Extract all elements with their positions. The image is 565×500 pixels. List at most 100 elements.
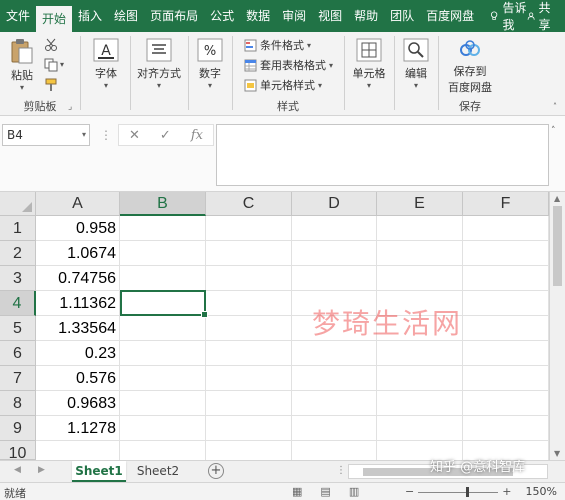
tab-page-layout[interactable]: 页面布局 [144, 0, 204, 32]
tab-view[interactable]: 视图 [312, 0, 348, 32]
normal-view-icon[interactable]: ▦ [292, 485, 302, 498]
styles-group: 条件格式 ▾ 套用表格格式 ▾ 单元格样式 ▾ 样式 [234, 32, 342, 116]
save-group: 保存到 百度网盘 保存 [440, 32, 500, 116]
cell-a5[interactable]: 1.33564 [36, 316, 120, 341]
tab-insert[interactable]: 插入 [72, 0, 108, 32]
format-as-table-button[interactable]: 套用表格格式 ▾ [244, 57, 333, 73]
vertical-scrollbar[interactable]: ▲ ▼ [549, 192, 565, 460]
vertical-scroll-thumb[interactable] [553, 206, 562, 286]
cell-a1[interactable]: 0.958 [36, 216, 120, 241]
cell-a4[interactable]: 1.11362 [36, 291, 120, 316]
enter-check-icon[interactable]: ✓ [160, 128, 171, 143]
zoom-level[interactable]: 150% [526, 485, 557, 498]
group-divider [344, 36, 345, 110]
zoom-in-icon[interactable]: + [502, 485, 511, 498]
styles-group-label: 样式 [277, 100, 299, 113]
watermark-text: 梦琦生活网 [312, 307, 463, 340]
column-header-b[interactable]: B [120, 192, 206, 216]
tab-team[interactable]: 团队 [384, 0, 420, 32]
scroll-up-icon[interactable]: ▲ [554, 194, 560, 203]
zoom-slider[interactable] [418, 486, 499, 497]
cells-button[interactable]: 单元格 ▾ [346, 38, 392, 90]
copy-icon[interactable] [44, 58, 58, 72]
insert-function-button[interactable]: fx [191, 128, 203, 143]
chevron-down-icon[interactable]: ▾ [82, 125, 86, 145]
tab-draw[interactable]: 绘图 [108, 0, 144, 32]
font-label: 字体 [95, 67, 117, 80]
cancel-icon[interactable]: ✕ [129, 128, 140, 143]
cell-a8[interactable]: 0.9683 [36, 391, 120, 416]
row-header[interactable]: 10 [0, 441, 36, 462]
clipboard-launcher-icon[interactable]: ⌟ [68, 102, 72, 112]
share-button[interactable]: 共享 [527, 0, 555, 33]
editing-button[interactable]: 编辑 ▾ [400, 38, 432, 90]
number-button[interactable]: % 数字 ▾ [194, 38, 226, 90]
save-to-baidu-button[interactable]: 保存到 百度网盘 [440, 38, 500, 95]
selected-cell-b4[interactable] [120, 290, 208, 318]
row-header[interactable]: 5 [0, 316, 36, 341]
conditional-formatting-button[interactable]: 条件格式 ▾ [244, 37, 311, 53]
paste-dropdown-caret[interactable]: ▾ [6, 83, 38, 92]
tab-help[interactable]: 帮助 [348, 0, 384, 32]
status-bar: 就绪 ▦ ▤ ▥ − + 150% [0, 482, 565, 500]
row-header[interactable]: 7 [0, 366, 36, 391]
row-header[interactable]: 9 [0, 416, 36, 441]
status-ready: 就绪 [4, 487, 26, 500]
name-box[interactable]: B4 ▾ [2, 124, 90, 146]
worksheet-grid[interactable]: A B C D E F 1 2 3 4 5 6 7 8 9 10 0.958 1… [0, 192, 565, 462]
row-header[interactable]: 1 [0, 216, 36, 241]
cell-a2[interactable]: 1.0674 [36, 241, 120, 266]
formula-input[interactable] [216, 124, 549, 186]
column-header-e[interactable]: E [377, 192, 463, 216]
alignment-button[interactable]: 对齐方式 ▾ [132, 38, 186, 90]
cell-styles-button[interactable]: 单元格样式 ▾ [244, 77, 322, 93]
scroll-down-icon[interactable]: ▼ [554, 449, 560, 458]
column-header-f[interactable]: F [463, 192, 549, 216]
select-all-button[interactable] [0, 192, 36, 216]
formula-bar-grip[interactable]: ⋮ [100, 128, 112, 142]
font-button[interactable]: A 字体 ▾ [90, 38, 122, 90]
next-sheet-icon[interactable]: ▶ [38, 465, 45, 475]
tab-baidu-netdisk[interactable]: 百度网盘 [420, 0, 480, 32]
column-header-c[interactable]: C [206, 192, 292, 216]
prev-sheet-icon[interactable]: ◀ [14, 465, 21, 475]
row-header[interactable]: 6 [0, 341, 36, 366]
page-break-view-icon[interactable]: ▥ [349, 485, 359, 498]
tab-review[interactable]: 审阅 [276, 0, 312, 32]
cell-a9[interactable]: 1.1278 [36, 416, 120, 441]
tab-data[interactable]: 数据 [240, 0, 276, 32]
tell-me-box[interactable]: 告诉我 [490, 0, 527, 33]
copy-dropdown-caret[interactable]: ▾ [60, 60, 64, 69]
baidu-cloud-icon [460, 40, 480, 56]
row-header[interactable]: 2 [0, 241, 36, 266]
group-divider [394, 36, 395, 110]
row-header[interactable]: 8 [0, 391, 36, 416]
column-header-a[interactable]: A [36, 192, 120, 216]
cell-styles-icon [244, 79, 257, 91]
format-painter-icon[interactable] [44, 78, 58, 92]
group-divider [188, 36, 189, 110]
paste-button[interactable]: 粘贴 ▾ [6, 38, 38, 92]
zoom-out-icon[interactable]: − [405, 485, 414, 498]
tab-formulas[interactable]: 公式 [204, 0, 240, 32]
chevron-down-icon: ▾ [318, 80, 323, 90]
save-to-line1: 保存到 [453, 65, 487, 78]
cell-a3[interactable]: 0.74756 [36, 266, 120, 291]
font-caret: ▾ [103, 81, 108, 90]
cell-a7[interactable]: 0.576 [36, 366, 120, 391]
sheet-tab-sheet2[interactable]: Sheet2 [130, 461, 186, 482]
row-header-selected[interactable]: 4 [0, 291, 36, 316]
zoom-slider-knob[interactable] [466, 486, 470, 497]
tab-split-handle[interactable]: ⋮ [336, 465, 346, 476]
collapse-ribbon-icon[interactable]: ˄ [553, 102, 557, 111]
tab-home[interactable]: 开始 [36, 6, 73, 32]
row-header[interactable]: 3 [0, 266, 36, 291]
add-sheet-button[interactable]: + [208, 463, 224, 479]
cut-icon[interactable] [44, 38, 58, 52]
cell-a6[interactable]: 0.23 [36, 341, 120, 366]
tab-file[interactable]: 文件 [0, 0, 36, 32]
column-header-d[interactable]: D [292, 192, 377, 216]
sheet-tab-sheet1[interactable]: Sheet1 [72, 461, 126, 482]
page-layout-view-icon[interactable]: ▤ [320, 485, 330, 498]
collapse-formula-bar-icon[interactable]: ˄ [551, 126, 556, 136]
